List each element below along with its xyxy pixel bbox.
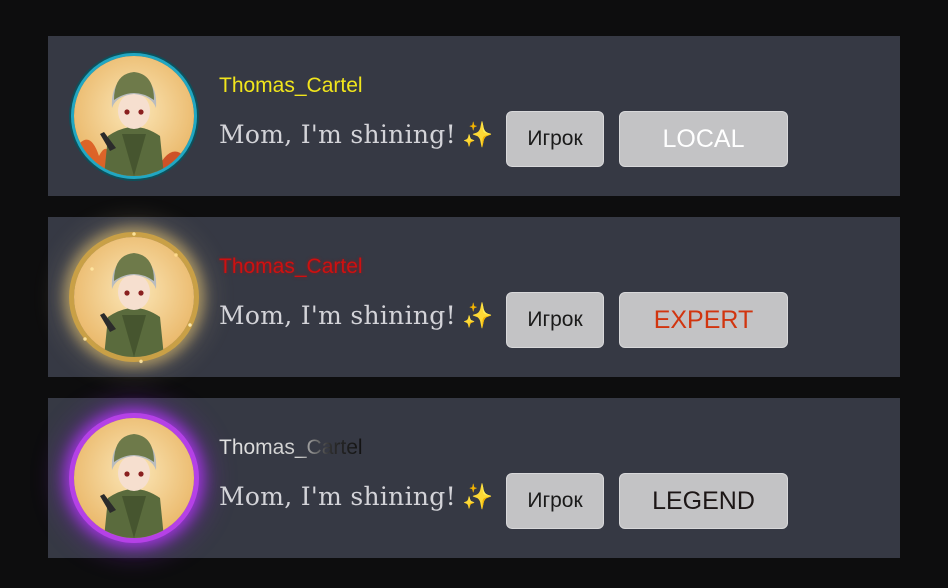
username[interactable]: Thomas_Cartel [219, 436, 363, 460]
avatar-soldier-girl-icon [74, 418, 194, 538]
rank-button[interactable]: LOCAL [619, 111, 788, 167]
username[interactable]: Thomas_Cartel [219, 74, 363, 98]
status-message: Mom, I'm shining! [219, 120, 456, 149]
profile-card-expert: Thomas_Cartel Mom, I'm shining! ✨ Игрок E… [48, 217, 900, 377]
status-message: Mom, I'm shining! [219, 301, 456, 330]
status-message: Mom, I'm shining! [219, 482, 456, 511]
avatar[interactable] [64, 227, 204, 367]
sparkles-icon: ✨ [461, 482, 494, 511]
avatar-soldier-girl-icon [74, 56, 194, 176]
role-button[interactable]: Игрок [506, 473, 604, 529]
rank-button[interactable]: EXPERT [619, 292, 788, 348]
sparkles-icon: ✨ [461, 301, 494, 330]
role-button[interactable]: Игрок [506, 292, 604, 348]
avatar[interactable] [74, 56, 194, 176]
status-text: Mom, I'm shining! ✨ [219, 482, 493, 512]
profile-card-local: Thomas_Cartel Mom, I'm shining! ✨ Игрок L… [48, 36, 900, 196]
avatar[interactable] [74, 418, 194, 538]
status-text: Mom, I'm shining! ✨ [219, 120, 493, 150]
role-button[interactable]: Игрок [506, 111, 604, 167]
status-text: Mom, I'm shining! ✨ [219, 301, 493, 331]
profile-card-legend: Thomas_Cartel Mom, I'm shining! ✨ Игрок L… [48, 398, 900, 558]
rank-button[interactable]: LEGEND [619, 473, 788, 529]
sparkles-icon: ✨ [461, 120, 494, 149]
avatar-soldier-girl-icon [74, 237, 194, 357]
username[interactable]: Thomas_Cartel [219, 255, 363, 279]
